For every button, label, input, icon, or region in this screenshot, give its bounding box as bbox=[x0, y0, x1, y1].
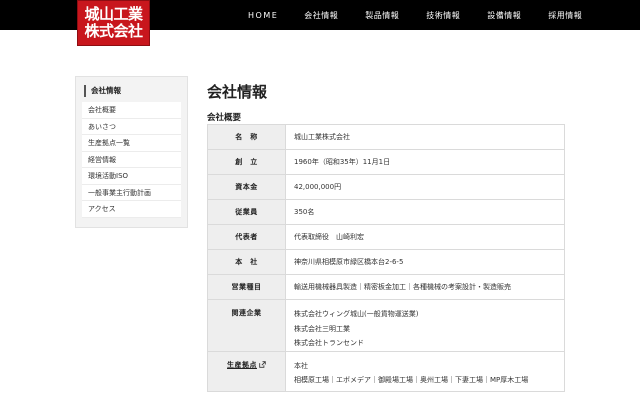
row-value-representative: 代表取締役 山崎利宏 bbox=[285, 224, 565, 250]
row-value-capital: 42,000,000円 bbox=[285, 174, 565, 200]
sidebar-item-greeting[interactable]: あいさつ bbox=[82, 119, 181, 135]
row-value-headquarters: 神奈川県相模原市緑区橋本台2-6-5 bbox=[285, 249, 565, 275]
logo-line-1: 城山工業 bbox=[84, 5, 143, 23]
table-row: 本 社 神奈川県相模原市緑区橋本台2-6-5 bbox=[207, 249, 565, 275]
sidebar-menu: 会社概要 あいさつ 生産拠点一覧 経営情報 環境活動ISO 一般事業主行動計画 … bbox=[82, 102, 181, 218]
sidebar-item-iso[interactable]: 環境活動ISO bbox=[82, 168, 181, 185]
external-link-icon[interactable] bbox=[259, 360, 266, 368]
sidebar-item-overview[interactable]: 会社概要 bbox=[82, 102, 181, 119]
table-row: 名 称 城山工業株式会社 bbox=[207, 124, 565, 150]
cell-line: 42,000,000円 bbox=[294, 182, 342, 191]
section-title: 会社概要 bbox=[207, 113, 242, 123]
cell-line: 神奈川県相模原市緑区橋本台2-6-5 bbox=[294, 257, 404, 266]
row-label-name: 名 称 bbox=[207, 124, 286, 150]
cell-line: 350名 bbox=[294, 207, 315, 216]
row-label-production-sites: 生産拠点 bbox=[207, 350, 286, 392]
row-label-founded: 創 立 bbox=[207, 149, 286, 175]
company-logo[interactable]: 城山工業 株式会社 bbox=[77, 0, 150, 46]
row-value-production-sites: 本社 相模原工場｜エボメデア｜御殿場工場｜奥州工場｜下妻工場｜MP厚木工場 bbox=[285, 350, 565, 392]
table-row: 代表者 代表取締役 山崎利宏 bbox=[207, 224, 565, 250]
row-label-business: 営業種目 bbox=[207, 274, 286, 300]
cell-line: 株式会社トランセンド bbox=[294, 339, 364, 347]
row-label-headquarters: 本 社 bbox=[207, 249, 286, 275]
table-row: 資本金 42,000,000円 bbox=[207, 174, 565, 200]
sidebar: 会社情報 会社概要 あいさつ 生産拠点一覧 経営情報 環境活動ISO 一般事業主… bbox=[75, 76, 188, 228]
sidebar-item-access[interactable]: アクセス bbox=[82, 201, 181, 218]
nav-recruit[interactable]: 採用情報 bbox=[548, 10, 582, 21]
row-value-name: 城山工業株式会社 bbox=[285, 124, 565, 150]
table-row: 従業員 350名 bbox=[207, 199, 565, 225]
row-value-employees: 350名 bbox=[285, 199, 565, 225]
main-nav: HOME 会社情報 製品情報 技術情報 設備情報 採用情報 bbox=[248, 0, 640, 30]
row-value-affiliates: 株式会社ウィング城山(一般貨物運送業) 株式会社三明工業 株式会社トランセンド bbox=[285, 299, 565, 352]
row-label-employees: 従業員 bbox=[207, 199, 286, 225]
logo-line-2: 株式会社 bbox=[84, 22, 143, 40]
company-info-table: 名 称 城山工業株式会社 創 立 1960年（昭和35年）11月1日 資本金 4… bbox=[207, 124, 565, 392]
table-row: 生産拠点 本社 相模原工場｜エボメデア｜御殿場工場｜奥州工場｜下妻工場｜MP厚木… bbox=[207, 350, 565, 392]
page-title: 会社情報 bbox=[207, 83, 268, 101]
sidebar-heading: 会社情報 bbox=[84, 85, 181, 97]
cell-line: 相模原工場｜エボメデア｜御殿場工場｜奥州工場｜下妻工場｜MP厚木工場 bbox=[294, 376, 529, 384]
sidebar-item-management[interactable]: 経営情報 bbox=[82, 152, 181, 168]
cell-line: 輸送用機械器具製造｜精密板金加工｜各種機械の考案設計・製造販売 bbox=[294, 282, 511, 291]
table-row: 営業種目 輸送用機械器具製造｜精密板金加工｜各種機械の考案設計・製造販売 bbox=[207, 274, 565, 300]
row-value-business: 輸送用機械器具製造｜精密板金加工｜各種機械の考案設計・製造販売 bbox=[285, 274, 565, 300]
row-label-affiliates: 関連企業 bbox=[207, 299, 286, 352]
nav-technology[interactable]: 技術情報 bbox=[426, 10, 460, 21]
cell-line: 株式会社ウィング城山(一般貨物運送業) bbox=[294, 310, 419, 318]
nav-company[interactable]: 会社情報 bbox=[304, 10, 338, 21]
table-row: 創 立 1960年（昭和35年）11月1日 bbox=[207, 149, 565, 175]
cell-line: 城山工業株式会社 bbox=[294, 132, 350, 141]
row-label-capital: 資本金 bbox=[207, 174, 286, 200]
cell-line: 1960年（昭和35年）11月1日 bbox=[294, 157, 391, 166]
row-label-representative: 代表者 bbox=[207, 224, 286, 250]
sidebar-item-production-sites[interactable]: 生産拠点一覧 bbox=[82, 135, 181, 152]
nav-products[interactable]: 製品情報 bbox=[365, 10, 399, 21]
table-row: 関連企業 株式会社ウィング城山(一般貨物運送業) 株式会社三明工業 株式会社トラ… bbox=[207, 299, 565, 352]
row-value-founded: 1960年（昭和35年）11月1日 bbox=[285, 149, 565, 175]
nav-equipment[interactable]: 設備情報 bbox=[487, 10, 521, 21]
cell-line: 代表取締役 山崎利宏 bbox=[294, 232, 364, 241]
production-sites-link[interactable]: 生産拠点 bbox=[227, 361, 257, 369]
cell-line: 株式会社三明工業 bbox=[294, 324, 350, 333]
nav-home[interactable]: HOME bbox=[248, 11, 278, 20]
sidebar-item-action-plan[interactable]: 一般事業主行動計画 bbox=[82, 185, 181, 201]
cell-line: 本社 bbox=[294, 361, 308, 370]
